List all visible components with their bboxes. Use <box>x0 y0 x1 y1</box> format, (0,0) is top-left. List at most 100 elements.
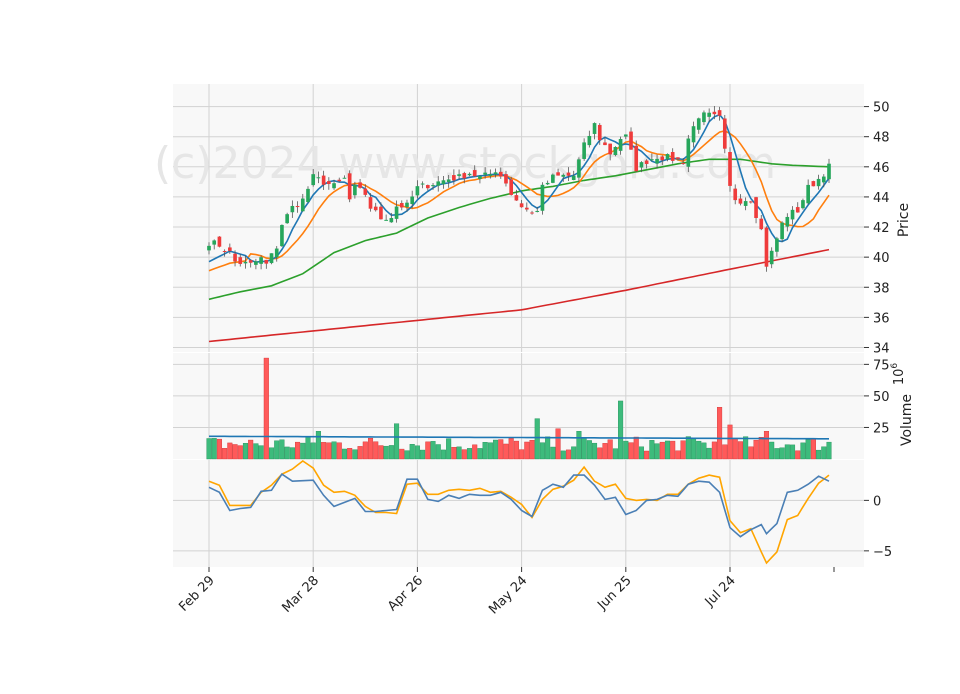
candle-body <box>618 139 623 151</box>
candle-body <box>566 172 571 176</box>
volume-bar <box>206 438 212 460</box>
candle-body <box>467 173 472 176</box>
candle-body <box>608 143 612 155</box>
candle-body <box>535 210 540 212</box>
volume-bar <box>545 436 551 460</box>
volume-bar <box>727 424 733 460</box>
candle-body <box>327 181 331 185</box>
candle-body <box>707 112 711 117</box>
volume-bar <box>305 437 311 460</box>
candle-body <box>379 206 383 220</box>
candle-body <box>696 118 701 130</box>
volume-bar <box>758 437 764 460</box>
volume-bar <box>404 450 410 460</box>
candle-body <box>603 142 607 146</box>
candle-body <box>498 171 503 177</box>
candle-body <box>634 145 639 172</box>
price-axis-label: Price <box>896 203 912 237</box>
candle-body <box>420 183 425 185</box>
volume-bar <box>534 418 540 460</box>
volume-bar <box>623 440 629 460</box>
volume-bar <box>446 438 452 460</box>
volume-bar <box>597 447 603 460</box>
volume-bar <box>618 400 624 460</box>
volume-bar <box>743 436 749 460</box>
volume-bar <box>769 441 775 460</box>
volume-bar <box>232 444 238 460</box>
candle-body <box>389 218 394 223</box>
volume-bar <box>664 440 671 460</box>
volume-bar <box>816 449 822 460</box>
volume-bar <box>524 441 530 460</box>
candle-body <box>358 182 362 188</box>
candle-body <box>743 201 748 206</box>
volume-bar <box>555 428 561 460</box>
volume-bar <box>498 439 504 460</box>
volume-bar <box>654 443 660 460</box>
volume-bar <box>258 445 264 460</box>
candle-body <box>571 175 576 181</box>
volume-bar <box>472 444 478 460</box>
volume-bar <box>722 444 728 460</box>
candle-body <box>483 172 487 175</box>
candle-body <box>821 176 826 183</box>
volume-tick-label: 75 <box>873 358 890 373</box>
candle-body <box>790 209 795 220</box>
volume-bar <box>326 442 332 460</box>
volume-bar <box>409 444 415 460</box>
candle-body <box>410 196 415 205</box>
volume-bar <box>315 431 321 460</box>
volume-bar <box>295 441 301 460</box>
volume-bar <box>300 442 306 460</box>
candle-body <box>441 180 446 185</box>
candle-body <box>405 202 409 207</box>
volume-bar <box>670 440 676 460</box>
chart-root: (c)2024 www.stockgold.com Feb 29 Mar 28 Ap… <box>0 0 960 690</box>
candle-body <box>592 123 597 134</box>
volume-bar <box>508 438 514 460</box>
volume-bar <box>774 448 780 460</box>
volume-bar <box>696 440 702 460</box>
volume-bar <box>763 431 770 460</box>
price-tick-label: 44 <box>873 191 890 206</box>
volume-bar <box>461 449 467 460</box>
volume-bar <box>383 445 389 460</box>
volume-bar <box>779 447 785 460</box>
volume-axis-label: Volume <box>899 394 915 446</box>
candle-body <box>290 205 295 213</box>
volume-bar <box>466 448 473 460</box>
volume-bar <box>810 438 816 460</box>
candle-body <box>686 138 691 167</box>
candle-body <box>733 188 738 201</box>
candle-body <box>712 111 717 115</box>
candle-body <box>806 184 810 204</box>
volume-bar <box>211 438 217 460</box>
volume-bar <box>284 446 290 460</box>
candle-body <box>212 240 217 245</box>
volume-bar <box>711 441 717 460</box>
candle-body <box>436 181 441 186</box>
osc-tick-label: 0 <box>873 494 881 509</box>
candle-body <box>749 201 753 203</box>
volume-bar <box>263 357 269 460</box>
volume-bar <box>347 448 353 460</box>
candle-body <box>577 159 581 178</box>
volume-bar <box>373 441 379 460</box>
volume-bar <box>717 407 723 460</box>
candle-body <box>660 156 665 161</box>
candle-body <box>316 177 321 179</box>
volume-bar <box>748 446 754 460</box>
candle-body <box>764 227 769 267</box>
candle-body <box>670 152 675 161</box>
volume-bar <box>242 443 248 460</box>
volume-bar <box>331 441 337 460</box>
candle-body <box>717 110 722 116</box>
volume-bar <box>685 436 691 460</box>
volume-bar <box>550 446 556 460</box>
volume-bar <box>493 439 499 460</box>
candle-body <box>446 179 451 182</box>
candle-body <box>545 182 550 185</box>
volume-bar <box>560 450 566 460</box>
volume-bar <box>607 439 613 460</box>
price-tick-label: 50 <box>873 101 890 116</box>
